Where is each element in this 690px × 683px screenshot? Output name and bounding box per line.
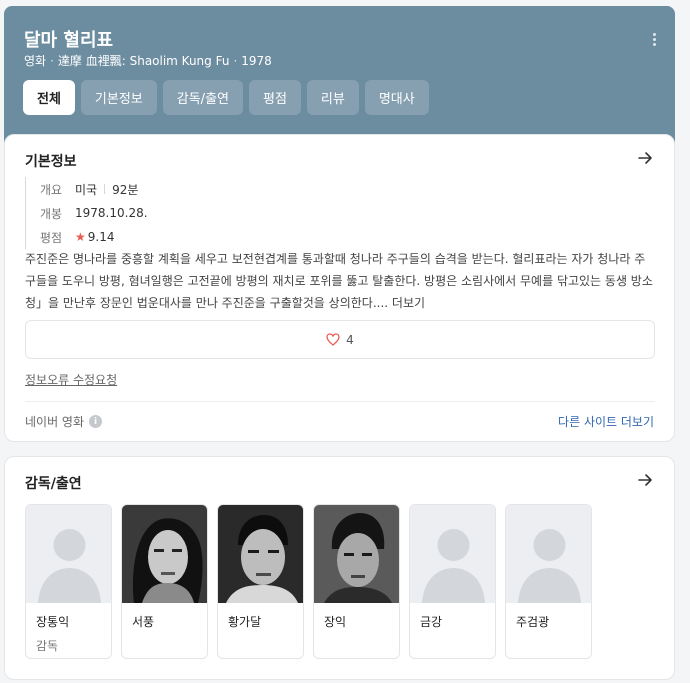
tab-all[interactable]: 전체 <box>23 80 75 115</box>
synopsis-more-link[interactable]: 더보기 <box>392 296 425 310</box>
basic-info-title: 기본정보 <box>25 154 77 170</box>
original-title-text: 達摩 血裡飄: Shaolim Kung Fu <box>57 54 230 68</box>
synopsis-text: 주진준은 명나라를 중흥할 계획을 세우고 보전현겹계를 통과할때 청나라 주구… <box>25 252 653 310</box>
release-label: 개봉 <box>40 206 63 221</box>
cast-name: 장익 <box>324 615 347 629</box>
cast-name: 금강 <box>420 615 443 629</box>
cast-role: 감독 <box>36 639 59 653</box>
cast-item[interactable]: 장통익 감독 <box>25 504 112 659</box>
like-button[interactable]: 4 <box>25 320 655 359</box>
cast-item[interactable]: 장익 <box>313 504 400 659</box>
arrow-right-icon[interactable] <box>636 149 654 167</box>
portrait-photo <box>314 505 399 603</box>
tab-basic-info[interactable]: 기본정보 <box>80 80 157 115</box>
arrow-right-icon[interactable] <box>636 471 654 489</box>
year-text: 1978 <box>241 54 272 68</box>
tab-reviews[interactable]: 리뷰 <box>306 80 359 115</box>
portrait-photo <box>218 505 303 603</box>
tab-rating[interactable]: 평점 <box>249 80 301 115</box>
portrait-photo <box>122 505 207 603</box>
overview-row: 개요 미국 92분 <box>40 177 148 201</box>
more-vertical-icon[interactable] <box>645 30 663 48</box>
cast-name: 주검광 <box>516 615 550 629</box>
rating-label: 평점 <box>40 230 63 245</box>
person-placeholder-icon <box>26 505 111 603</box>
runtime-value: 92분 <box>112 182 139 197</box>
person-placeholder-icon <box>506 505 591 603</box>
release-row: 개봉 1978.10.28. <box>40 201 148 225</box>
cast-item[interactable]: 금강 <box>409 504 496 659</box>
cast-card: 감독/출연 장통익 감독 서풍 황가달 장익 금강 주검광 <box>4 456 675 680</box>
tab-quotes[interactable]: 명대사 <box>364 80 429 115</box>
release-date: 1978.10.28. <box>75 206 148 220</box>
like-count: 4 <box>346 332 354 347</box>
star-icon: ★ <box>75 230 86 244</box>
report-error-link[interactable]: 정보오류 수정요청 <box>25 371 117 388</box>
country-value: 미국 <box>75 182 98 197</box>
cast-list: 장통익 감독 서풍 황가달 장익 금강 주검광 <box>25 504 592 659</box>
rating-row: 평점 ★ 9.14 <box>40 225 148 249</box>
cast-name: 서풍 <box>132 615 155 629</box>
cast-title: 감독/출연 <box>25 476 82 492</box>
source: 네이버 영화 i <box>25 413 103 430</box>
info-list: 개요 미국 92분 개봉 1978.10.28. 평점 ★ 9.14 <box>25 177 148 249</box>
info-icon[interactable]: i <box>89 415 103 428</box>
synopsis: 주진준은 명나라를 중흥할 계획을 세우고 보전현겹계를 통과할때 청나라 주구… <box>25 248 655 314</box>
basic-info-card: 기본정보 개요 미국 92분 개봉 1978.10.28. 평점 ★ 9.14 … <box>4 134 675 442</box>
movie-title: 달마 혈리표 <box>24 30 114 51</box>
overview-label: 개요 <box>40 182 63 197</box>
cast-item[interactable]: 황가달 <box>217 504 304 659</box>
tab-cast[interactable]: 감독/출연 <box>162 80 243 115</box>
person-placeholder-icon <box>410 505 495 603</box>
more-sites-link[interactable]: 다른 사이트 더보기 <box>558 413 654 430</box>
source-label: 네이버 영화 <box>25 415 85 429</box>
movie-subtitle: 영화 · 達摩 血裡飄: Shaolim Kung Fu · 1978 <box>24 54 272 68</box>
category-text: 영화 <box>24 54 47 68</box>
heart-icon <box>326 333 340 346</box>
cast-item[interactable]: 서풍 <box>121 504 208 659</box>
divider <box>25 401 655 402</box>
cast-name: 장통익 <box>36 615 70 629</box>
cast-name: 황가달 <box>228 615 262 629</box>
rating-value: 9.14 <box>87 230 115 244</box>
cast-item[interactable]: 주검광 <box>505 504 592 659</box>
tab-bar: 전체 기본정보 감독/출연 평점 리뷰 명대사 <box>23 80 429 115</box>
